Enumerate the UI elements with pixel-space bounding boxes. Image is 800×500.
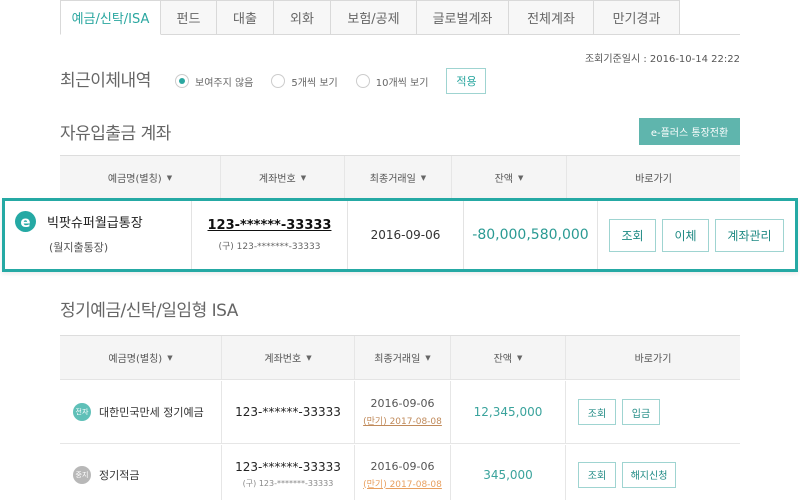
table-row: 중지 정기적금 123-******-33333 (구) 123-*******… <box>60 445 740 500</box>
col-balance-header[interactable]: 잔액 ▼ <box>452 156 567 199</box>
tab-fund[interactable]: 펀드 <box>161 0 217 35</box>
electronic-badge-icon: 전자 <box>73 403 91 421</box>
sort-down-icon: ▼ <box>300 173 307 182</box>
last-transaction-date: 2016-09-06 <box>348 201 464 269</box>
inquiry-button[interactable]: 조회 <box>578 399 616 425</box>
inquiry-button[interactable]: 조회 <box>578 461 616 488</box>
tab-forex[interactable]: 외화 <box>274 0 331 35</box>
radio-selected-icon <box>175 74 189 88</box>
shortcut-buttons: 조회 해지신청 <box>566 445 740 500</box>
recent-transfers-title: 최근이체내역 <box>60 71 151 91</box>
radio-show-5[interactable]: 5개씩 보기 <box>271 74 338 89</box>
e-badge-icon: e <box>15 211 36 232</box>
apply-button[interactable]: 적용 <box>446 68 487 94</box>
radio-label: 5개씩 보기 <box>291 77 338 89</box>
maturity-date-link[interactable]: (만기) 2017-08-08 <box>363 477 442 490</box>
query-timestamp: 조회기준일시 : 2016-10-14 22:22 <box>584 54 740 65</box>
date-cell: 2016-09-06 (만기) 2017-08-08 <box>355 381 451 443</box>
last-transaction-date: 2016-09-06 <box>370 459 435 473</box>
sort-down-icon: ▼ <box>420 173 427 182</box>
radio-show-10[interactable]: 10개씩 보기 <box>355 74 429 89</box>
sort-down-icon: ▼ <box>425 353 431 362</box>
deposit-button[interactable]: 입금 <box>622 399 660 425</box>
balance-amount: 345,000 <box>451 445 566 500</box>
col-date-header[interactable]: 최종거래일 ▼ <box>355 336 451 379</box>
shortcut-buttons: 조회 이체 계좌관리 <box>598 201 795 269</box>
term-table-header: 예금명(별칭) ▼ 계좌번호 ▼ 최종거래일 ▼ 잔액 ▼ 바로가기 <box>60 335 740 380</box>
account-number-link[interactable]: 123-******-33333 <box>208 218 332 233</box>
col-account-header[interactable]: 계좌번호 ▼ <box>222 336 355 379</box>
sort-down-icon: ▼ <box>306 353 312 362</box>
radio-empty-icon <box>271 74 286 88</box>
radio-label: 보여주지 않음 <box>195 77 254 89</box>
account-number-cell: 123-******-33333 (구) 123-*******-33333 <box>192 201 348 269</box>
old-account-number: (구) 123-*******-33333 <box>218 242 321 252</box>
account-nickname: (월지출통장) <box>49 240 109 254</box>
account-number-cell: 123-******-33333 (구) 123-*******-33333 <box>222 445 355 500</box>
highlighted-account-row: e 빅팟슈퍼월급통장 (월지출통장) 123-******-33333 (구) … <box>2 198 798 272</box>
eplus-convert-button[interactable]: e-플러스 통장전환 <box>639 118 740 145</box>
transfer-button[interactable]: 이체 <box>662 218 709 252</box>
tab-global[interactable]: 글로벌계좌 <box>417 0 509 35</box>
sort-down-icon: ▼ <box>166 173 173 182</box>
col-date-header[interactable]: 최종거래일 ▼ <box>345 156 452 199</box>
col-name-header[interactable]: 예금명(별칭) ▼ <box>60 156 221 199</box>
col-balance-header[interactable]: 잔액 ▼ <box>451 336 566 379</box>
account-name: 정기적금 <box>99 468 140 482</box>
balance-amount: -80,000,580,000 <box>464 201 598 269</box>
account-name: 대한민국만세 정기예금 <box>99 406 204 419</box>
account-manage-button[interactable]: 계좌관리 <box>715 218 784 252</box>
last-transaction-date: 2016-09-06 <box>370 397 435 410</box>
account-name-cell: e 빅팟슈퍼월급통장 (월지출통장) <box>5 201 192 269</box>
recent-view-options: 보여주지 않음 5개씩 보기 10개씩 보기 적용 <box>175 68 487 94</box>
col-account-header[interactable]: 계좌번호 ▼ <box>221 156 345 199</box>
col-shortcut-header: 바로가기 <box>634 354 672 365</box>
sort-down-icon: ▼ <box>518 173 524 182</box>
account-name-cell: 전자 대한민국만세 정기예금 <box>60 381 222 443</box>
sort-down-icon: ▼ <box>167 353 173 362</box>
account-name-cell: 중지 정기적금 <box>60 445 222 500</box>
old-account-number: (구) 123-*******-33333 <box>242 479 334 488</box>
tab-loan[interactable]: 대출 <box>217 0 274 35</box>
account-name: 빅팟슈퍼월급통장 <box>47 215 143 231</box>
term-deposit-title: 정기예금/신탁/일임형 ISA <box>60 301 238 321</box>
free-table-header: 예금명(별칭) ▼ 계좌번호 ▼ 최종거래일 ▼ 잔액 ▼ 바로가기 <box>60 155 740 200</box>
account-number-link[interactable]: 123-******-33333 <box>222 381 355 443</box>
date-cell: 2016-09-06 (만기) 2017-08-08 <box>355 445 451 500</box>
shortcut-buttons: 조회 입금 <box>566 381 740 443</box>
cancel-request-button[interactable]: 해지신청 <box>622 461 676 488</box>
col-name-header[interactable]: 예금명(별칭) ▼ <box>60 336 222 379</box>
tab-deposit[interactable]: 예금/신탁/ISA <box>60 0 161 35</box>
maturity-date-link[interactable]: (만기) 2017-08-08 <box>363 414 442 427</box>
free-account-title: 자유입출금 계좌 <box>60 124 171 144</box>
radio-empty-icon <box>355 74 370 88</box>
stopped-badge-icon: 중지 <box>73 465 91 484</box>
col-shortcut-header: 바로가기 <box>635 174 672 185</box>
radio-hide[interactable]: 보여주지 않음 <box>175 74 253 89</box>
account-tabs: 예금/신탁/ISA 펀드 대출 외화 보험/공제 글로벌계좌 전체계좌 만기경과 <box>60 0 680 35</box>
sort-down-icon: ▼ <box>517 353 523 362</box>
tab-matured[interactable]: 만기경과 <box>594 0 680 35</box>
balance-amount: 12,345,000 <box>451 381 566 443</box>
table-row: 전자 대한민국만세 정기예금 123-******-33333 2016-09-… <box>60 381 740 444</box>
inquiry-button[interactable]: 조회 <box>609 218 656 252</box>
radio-label: 10개씩 보기 <box>375 77 429 89</box>
tab-all-accounts[interactable]: 전체계좌 <box>509 0 594 35</box>
account-number-link[interactable]: 123-******-33333 <box>235 460 341 474</box>
tab-insurance[interactable]: 보험/공제 <box>331 0 417 35</box>
